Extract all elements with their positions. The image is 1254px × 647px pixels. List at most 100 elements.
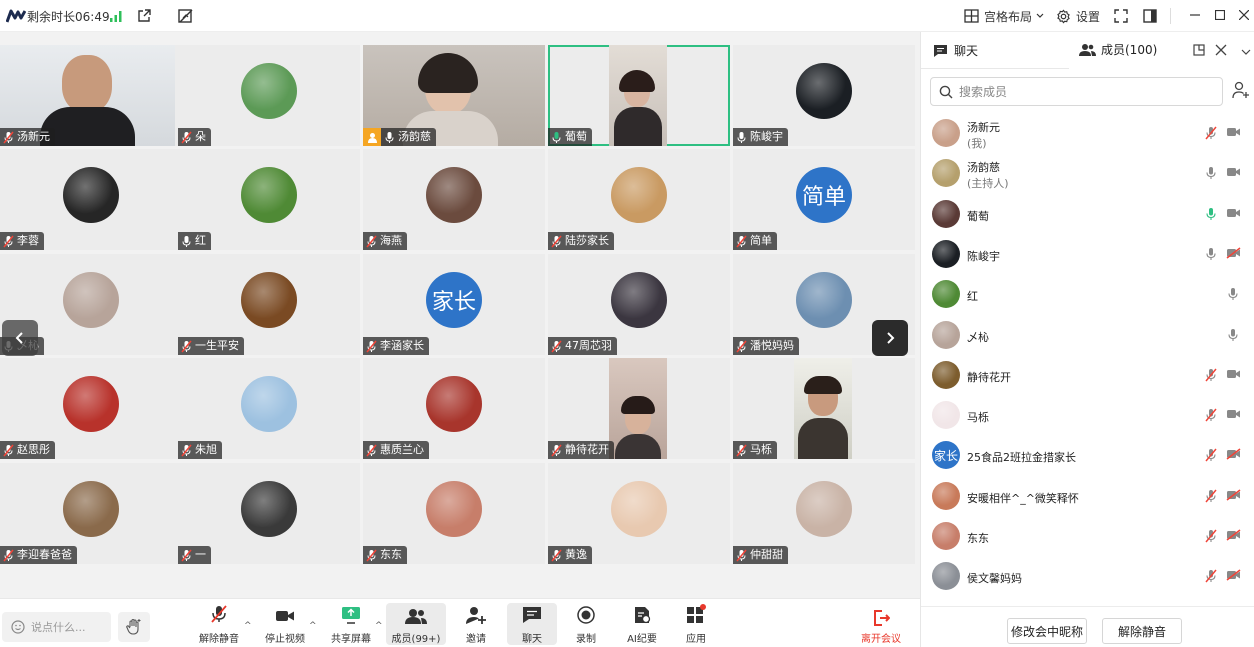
leave-meeting-button[interactable]: 离开会议: [856, 603, 906, 645]
camera-icon[interactable]: [1226, 529, 1241, 544]
options-caret-icon[interactable]: ^: [309, 621, 317, 631]
participant-name-tag: 李涵家长: [363, 337, 429, 355]
member-row[interactable]: 红: [921, 274, 1254, 314]
settings-button[interactable]: 设置: [1056, 0, 1100, 32]
video-tile[interactable]: 仲甜甜: [733, 463, 915, 564]
camera-icon[interactable]: [1226, 247, 1241, 262]
mic-icon[interactable]: [1204, 247, 1218, 264]
toolbar-invite-button[interactable]: 邀请: [456, 603, 496, 645]
camera-icon[interactable]: [1226, 569, 1241, 584]
options-caret-icon[interactable]: ^: [375, 621, 383, 631]
video-tile[interactable]: 陈峻宇: [733, 45, 915, 146]
participant-name: 李蓉: [17, 234, 39, 247]
close-panel-icon[interactable]: [1215, 44, 1227, 59]
mic-icon[interactable]: [1226, 328, 1240, 345]
mic-icon[interactable]: [1204, 166, 1218, 183]
toolbar-camera-button[interactable]: 停止视频: [261, 603, 309, 645]
toolbar-ai-notes-button[interactable]: AI纪要: [620, 603, 664, 645]
member-row[interactable]: 葡萄: [921, 194, 1254, 234]
camera-icon[interactable]: [1226, 126, 1241, 141]
toolbar-members-button[interactable]: 成员(99+): [386, 603, 446, 645]
fullscreen-icon[interactable]: [1114, 0, 1128, 32]
maximize-icon[interactable]: [1209, 4, 1231, 26]
video-tile[interactable]: 葡萄: [548, 45, 730, 146]
camera-icon[interactable]: [1226, 368, 1241, 383]
chevron-down-icon[interactable]: [1241, 45, 1251, 59]
video-tile[interactable]: 静待花开: [548, 358, 730, 459]
grid-layout-button[interactable]: 宫格布局: [964, 0, 1045, 32]
member-row[interactable]: 侯文馨妈妈: [921, 556, 1254, 596]
video-tile[interactable]: 朵: [178, 45, 360, 146]
video-tile[interactable]: 惠质兰心: [363, 358, 545, 459]
participant-name-tag: 李蓉: [0, 232, 44, 250]
camera-icon[interactable]: [1226, 489, 1241, 504]
video-tile[interactable]: 简单 简单: [733, 149, 915, 250]
camera-icon[interactable]: [1226, 207, 1241, 222]
chat-input[interactable]: 说点什么...: [2, 612, 111, 642]
next-page-button[interactable]: [872, 320, 908, 356]
mic-icon[interactable]: [1204, 126, 1218, 143]
no-annotation-icon[interactable]: [178, 0, 194, 32]
member-row[interactable]: 汤新元 (我): [921, 113, 1254, 153]
member-row[interactable]: 汤韵慈 (主持人): [921, 153, 1254, 193]
video-tile[interactable]: 汤韵慈: [363, 45, 545, 146]
video-tile[interactable]: 朱旭: [178, 358, 360, 459]
video-tile[interactable]: 红: [178, 149, 360, 250]
mic-icon[interactable]: [1204, 207, 1218, 224]
mic-icon[interactable]: [1204, 489, 1218, 506]
camera-icon[interactable]: [1226, 448, 1241, 463]
mic-icon[interactable]: [1226, 287, 1240, 304]
member-row[interactable]: 家长 25食品2班拉金措家长: [921, 435, 1254, 475]
add-member-icon[interactable]: [1232, 81, 1250, 102]
video-tile[interactable]: 汤新元: [0, 45, 182, 146]
camera-icon[interactable]: [1226, 408, 1241, 423]
rename-in-meeting-button[interactable]: 修改会中昵称: [1007, 618, 1087, 644]
member-row[interactable]: 安暖相伴^_^微笑释怀: [921, 476, 1254, 516]
video-tile[interactable]: 家长 李涵家长: [363, 254, 545, 355]
prev-page-button[interactable]: [2, 320, 38, 356]
video-tile[interactable]: 一生平安: [178, 254, 360, 355]
network-signal-icon[interactable]: [110, 0, 122, 32]
tab-chat[interactable]: 聊天: [933, 32, 1073, 69]
video-tile[interactable]: 李迎春爸爸: [0, 463, 182, 564]
member-search-input[interactable]: 搜索成员: [930, 77, 1223, 106]
toolbar-apps-button[interactable]: 应用: [676, 603, 716, 645]
mic-icon[interactable]: [1204, 569, 1218, 586]
member-row[interactable]: 陈峻宇: [921, 234, 1254, 274]
video-tile[interactable]: 李蓉: [0, 149, 182, 250]
unmute-all-button[interactable]: 解除静音: [1102, 618, 1182, 644]
grid-icon: [964, 9, 979, 23]
mic-icon[interactable]: [1204, 448, 1218, 465]
video-tile[interactable]: 东东: [363, 463, 545, 564]
member-row[interactable]: 马栎: [921, 395, 1254, 435]
video-tile[interactable]: 赵思彤: [0, 358, 182, 459]
video-tile[interactable]: 一: [178, 463, 360, 564]
member-name: 马栎: [967, 411, 989, 425]
toolbar-share-screen-button[interactable]: 共享屏幕: [327, 603, 375, 645]
emoji-icon[interactable]: [11, 620, 25, 634]
member-row[interactable]: 东东: [921, 516, 1254, 556]
mic-icon[interactable]: [1204, 529, 1218, 546]
video-tile[interactable]: 陆莎家长: [548, 149, 730, 250]
camera-icon[interactable]: [1226, 166, 1241, 181]
mic-icon[interactable]: [1204, 408, 1218, 425]
video-tile[interactable]: 海燕: [363, 149, 545, 250]
camera-feed: [609, 358, 667, 459]
sidebar-toggle-icon[interactable]: [1143, 0, 1157, 32]
toolbar-mic-off-button[interactable]: 解除静音: [194, 603, 244, 645]
close-icon[interactable]: [1233, 4, 1254, 26]
popout-panel-icon[interactable]: [1193, 44, 1205, 59]
mic-icon[interactable]: [1204, 368, 1218, 385]
video-tile[interactable]: 黄逸: [548, 463, 730, 564]
video-tile[interactable]: 马栎: [733, 358, 915, 459]
toolbar-chat-button[interactable]: 聊天: [507, 603, 557, 645]
options-caret-icon[interactable]: ^: [244, 621, 252, 631]
member-row[interactable]: 乄杺: [921, 315, 1254, 355]
member-row[interactable]: 静待花开: [921, 355, 1254, 395]
toolbar-record-button[interactable]: 录制: [566, 603, 606, 645]
minimize-icon[interactable]: [1184, 4, 1206, 26]
raise-hand-button[interactable]: [118, 612, 150, 642]
video-tile[interactable]: 47周芯羽: [548, 254, 730, 355]
toolbar-item-label: 成员(99+): [391, 634, 441, 645]
popout-icon[interactable]: [137, 0, 151, 32]
